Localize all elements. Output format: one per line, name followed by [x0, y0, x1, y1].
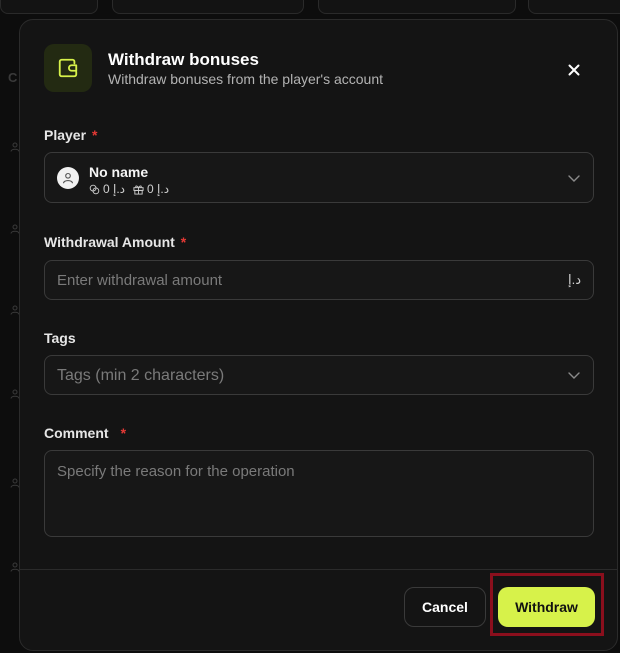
withdraw-button[interactable]: Withdraw: [498, 587, 595, 627]
player-label: Player *: [44, 127, 98, 143]
background-control: [528, 0, 620, 14]
amount-label: Withdrawal Amount *: [44, 234, 186, 250]
cancel-button[interactable]: Cancel: [404, 587, 486, 627]
required-mark: *: [92, 127, 98, 143]
background-control: [0, 0, 98, 14]
player-select[interactable]: No name 0 د.إ 0 د.إ: [44, 152, 594, 203]
background-control: [318, 0, 516, 14]
footer-divider: [20, 569, 617, 570]
player-label-text: Player: [44, 127, 87, 143]
withdraw-bonuses-dialog: Withdraw bonuses Withdraw bonuses from t…: [19, 19, 618, 651]
chevron-down-icon: [568, 372, 580, 379]
dialog-subtitle: Withdraw bonuses from the player's accou…: [108, 71, 384, 87]
amount-placeholder: Enter withdrawal amount: [57, 272, 223, 289]
required-mark: *: [120, 425, 127, 441]
background-column-header: C: [8, 70, 18, 85]
balance-value: 0 د.إ: [103, 182, 126, 196]
balance-item: 0 د.إ: [133, 182, 169, 196]
tags-placeholder: Tags (min 2 characters): [57, 367, 225, 384]
comment-label: Comment *: [44, 425, 126, 441]
withdrawal-amount-input[interactable]: Enter withdrawal amount د.إ: [44, 260, 594, 300]
dialog-title: Withdraw bonuses: [108, 50, 259, 69]
coins-icon: [89, 184, 100, 194]
comment-label-text: Comment: [44, 425, 109, 441]
wallet-icon: [44, 44, 92, 92]
comment-textarea[interactable]: Specify the reason for the operation: [44, 450, 594, 537]
required-mark: *: [180, 234, 187, 250]
background-control: [112, 0, 304, 14]
tags-select[interactable]: Tags (min 2 characters): [44, 355, 594, 395]
player-name: No name: [89, 164, 149, 180]
comment-placeholder: Specify the reason for the operation: [57, 463, 295, 480]
close-button[interactable]: [560, 56, 588, 84]
user-icon: [62, 172, 74, 184]
close-icon: [568, 64, 580, 76]
balance-value: 0 د.إ: [147, 182, 170, 196]
amount-label-text: Withdrawal Amount: [44, 234, 175, 250]
currency-suffix: د.إ: [567, 272, 581, 287]
tags-label: Tags: [44, 330, 76, 346]
balance-item: 0 د.إ: [89, 182, 125, 196]
gift-icon: [133, 184, 144, 195]
avatar: [57, 167, 79, 189]
chevron-down-icon: [568, 175, 580, 182]
player-balances: 0 د.إ 0 د.إ: [89, 182, 169, 196]
